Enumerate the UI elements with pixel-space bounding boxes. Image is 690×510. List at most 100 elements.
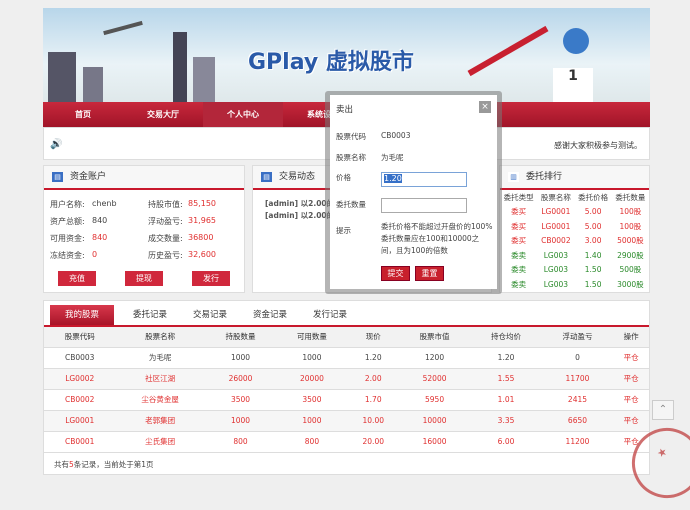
podium-icon: 1 <box>553 68 593 102</box>
table-cell: 1000 <box>204 346 277 368</box>
ranking-cell: 100股 <box>619 207 642 217</box>
close-icon[interactable]: × <box>479 101 491 113</box>
tab-funds[interactable]: 资金记录 <box>240 305 300 325</box>
tab-my-stocks[interactable]: 我的股票 <box>50 305 114 325</box>
ranking-cell: 委卖 <box>511 250 527 260</box>
table-cell: 16000 <box>398 430 471 452</box>
ranking-cell: 5000股 <box>617 236 644 246</box>
ranking-row: 委卖 LG003 1.50 3000股 <box>500 277 649 292</box>
col-header: 委托数量 <box>615 192 646 202</box>
col-header: 股票代码 <box>44 327 116 347</box>
col-header: 现价 <box>347 327 399 347</box>
col-header: 股票市值 <box>398 327 471 347</box>
table-cell: 0 <box>541 346 614 368</box>
back-to-top-button[interactable]: ⌃ <box>652 400 674 420</box>
table-cell: 3500 <box>276 388 348 410</box>
ranking-cell: LG0001 <box>541 207 571 217</box>
account-panel: ▤ 资金账户 用户名称: chenb 持股市值: 85,150 资产总额: 840 浮动盈亏:… <box>43 165 245 293</box>
ranking-cell: 100股 <box>619 221 642 231</box>
account-value: 36800 <box>188 233 214 242</box>
reset-button[interactable]: 重置 <box>415 266 444 281</box>
recharge-button[interactable]: 充值 <box>58 271 96 286</box>
table-cell: 1.70 <box>347 388 399 410</box>
name-label: 股票名称 <box>336 153 366 162</box>
account-label: 冻结资金: <box>50 251 85 260</box>
table-cell: 52000 <box>398 367 471 389</box>
account-value: 840 <box>92 216 108 225</box>
notice-text: 感谢大家积极参与测试。 <box>554 141 642 150</box>
activity-item: [admin] 以2.00的 <box>265 199 335 208</box>
ranking-cell: 2900股 <box>617 250 644 260</box>
col-header: 委托类型 <box>503 192 534 202</box>
account-card-icon: ▤ <box>52 172 63 182</box>
table-cell: 20000 <box>276 367 348 389</box>
account-value: 85,150 <box>188 199 216 208</box>
account-value: 0 <box>92 250 98 259</box>
ranking-cell: 委卖 <box>511 279 527 289</box>
table-cell: 1200 <box>398 346 471 368</box>
issue-button[interactable]: 发行 <box>192 271 230 286</box>
table-cell: 10.00 <box>347 409 399 431</box>
panel-title: 委托排行 <box>526 172 563 182</box>
tab-orders[interactable]: 委托记录 <box>120 305 180 325</box>
panel-title: 交易动态 <box>279 172 316 182</box>
ranking-cell: 3000股 <box>617 279 644 289</box>
col-header: 浮动盈亏 <box>541 327 614 347</box>
table-cell: 1000 <box>276 409 348 431</box>
ranking-cell: CB0002 <box>541 236 571 246</box>
account-value: chenb <box>92 199 117 208</box>
nav-personal-center[interactable]: 个人中心 <box>203 102 283 127</box>
account-label: 成交数量: <box>148 234 183 243</box>
close-position-link[interactable]: 平仓 <box>613 388 649 410</box>
col-header: 股票名称 <box>115 327 205 347</box>
airplane-icon <box>103 20 143 36</box>
activity-card-icon: ▤ <box>261 172 272 182</box>
ranking-row: 委卖 LG003 1.40 2900股 <box>500 248 649 263</box>
account-label: 持股市值: <box>148 200 183 209</box>
table-cell: 2.00 <box>347 367 399 389</box>
close-position-link[interactable]: 平仓 <box>613 367 649 389</box>
ranking-cell: 500股 <box>619 265 642 275</box>
table-cell: 1000 <box>276 346 348 368</box>
table-cell: 800 <box>204 430 277 452</box>
ranking-row: 委买 CB0002 3.00 5000股 <box>500 234 649 249</box>
close-position-link[interactable]: 平仓 <box>613 409 649 431</box>
speaker-icon: 🔊 <box>50 139 63 150</box>
records-section: 我的股票 委托记录 交易记录 资金记录 发行记录 股票代码 股票名称 持股数量 可用数… <box>43 300 650 475</box>
table-cell: 2415 <box>541 388 614 410</box>
ranking-cell: 委买 <box>511 236 527 246</box>
ranking-cell: 委买 <box>511 221 527 231</box>
table-row: LG0002 社区江湖 26000 20000 2.00 52000 1.55 11700 平仓 <box>44 367 649 389</box>
ranking-cell: 5.00 <box>584 207 602 217</box>
table-cell: 6650 <box>541 409 614 431</box>
account-value: 840 <box>92 233 108 242</box>
table-cell: CB0002 <box>44 388 116 410</box>
tab-issues[interactable]: 发行记录 <box>300 305 360 325</box>
price-input[interactable]: 1.20 <box>381 172 467 187</box>
table-cell: 1.20 <box>470 346 542 368</box>
banner: 1 GPlay 虚拟股市 <box>43 8 650 102</box>
account-label: 用户名称: <box>50 200 85 209</box>
account-label: 历史盈亏: <box>148 251 183 260</box>
submit-button[interactable]: 提交 <box>381 266 410 281</box>
table-row: CB0002 尘谷黄金屋 3500 3500 1.70 5950 1.01 2415 平仓 <box>44 388 649 410</box>
nav-home[interactable]: 首页 <box>43 102 123 127</box>
table-cell: 10000 <box>398 409 471 431</box>
pagination-info: 共有5条记录，当前处于第1页 <box>44 452 649 476</box>
withdraw-button[interactable]: 提现 <box>125 271 163 286</box>
arrow-graphic <box>467 25 549 77</box>
table-row: CB0001 尘氏集团 800 800 20.00 16000 6.00 11200 平仓 <box>44 430 649 452</box>
qty-input[interactable] <box>381 198 467 213</box>
ranking-cell: 3.00 <box>584 236 602 246</box>
table-cell: 1.55 <box>470 367 542 389</box>
qty-label: 委托数量 <box>336 200 366 209</box>
table-cell: CB0001 <box>44 430 116 452</box>
nav-trading-hall[interactable]: 交易大厅 <box>123 102 203 127</box>
tab-trades[interactable]: 交易记录 <box>180 305 240 325</box>
close-position-link[interactable]: 平仓 <box>613 346 649 368</box>
col-header: 持股数量 <box>204 327 277 347</box>
table-cell: 5950 <box>398 388 471 410</box>
account-label: 可用资金: <box>50 234 85 243</box>
account-label: 浮动盈亏: <box>148 217 183 226</box>
col-header: 持仓均价 <box>470 327 542 347</box>
